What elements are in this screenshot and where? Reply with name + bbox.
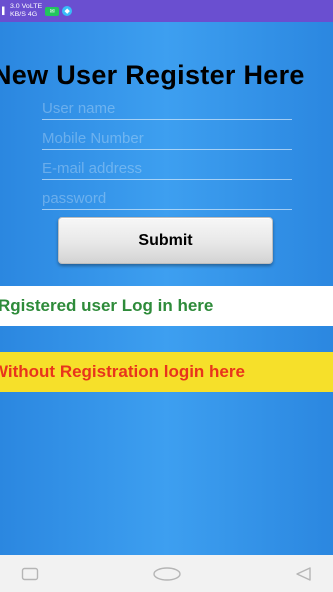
mobile-number-hint: Mobile Number xyxy=(42,130,144,147)
page-title: New User Register Here xyxy=(0,60,305,90)
submit-button[interactable]: Submit xyxy=(58,217,273,264)
password-hint: password xyxy=(42,190,107,207)
home-button[interactable] xyxy=(147,559,187,589)
registered-login-link[interactable]: Rgistered user Log in here xyxy=(0,286,333,326)
navigation-bar xyxy=(0,555,333,592)
network-type: 3.0 VoLTE xyxy=(9,3,43,10)
home-icon xyxy=(152,566,181,581)
back-button[interactable] xyxy=(283,559,323,589)
network-info: 3.0 VoLTE KB/S 4G xyxy=(10,3,42,19)
recent-apps-icon xyxy=(21,567,39,580)
status-bar: ▌ 3.0 VoLTE KB/S 4G ✉ ◆ xyxy=(0,0,333,22)
password-field[interactable]: password xyxy=(42,186,292,210)
email-field[interactable]: E-mail address xyxy=(42,156,292,180)
message-icon: ✉ xyxy=(45,6,60,16)
email-hint: E-mail address xyxy=(42,160,143,177)
username-hint: User name xyxy=(42,100,116,117)
notification-icon: ◆ xyxy=(62,6,73,16)
mobile-number-field[interactable]: Mobile Number xyxy=(42,126,292,150)
signal-icon: ▌ xyxy=(2,7,7,15)
registered-login-label: Rgistered user Log in here xyxy=(0,296,214,315)
back-icon xyxy=(296,566,311,581)
guest-login-link[interactable]: Without Registration login here xyxy=(0,352,333,392)
guest-login-label: Without Registration login here xyxy=(0,362,245,381)
username-field[interactable]: User name xyxy=(42,96,292,120)
data-speed: KB/S 4G xyxy=(9,11,38,18)
recent-apps-button[interactable] xyxy=(10,559,50,589)
